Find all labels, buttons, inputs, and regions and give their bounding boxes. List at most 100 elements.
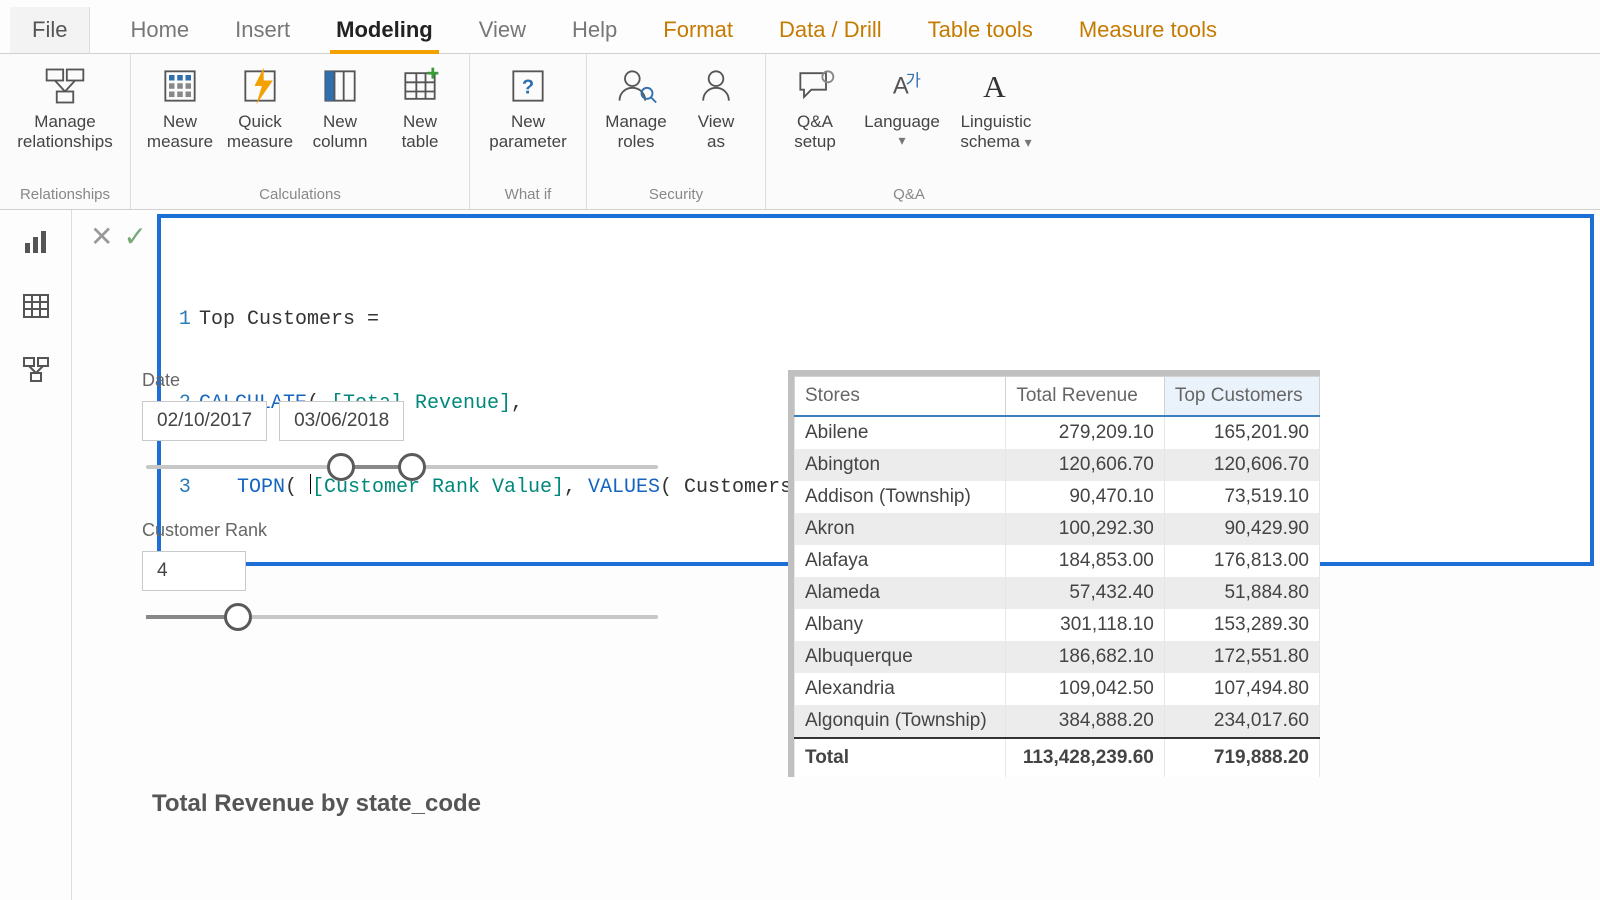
formula-line1: Top Customers = [199, 306, 379, 334]
tab-modeling[interactable]: Modeling [330, 9, 439, 53]
col-top-customers[interactable]: Top Customers [1164, 377, 1319, 417]
cell-store: Abington [795, 449, 1006, 481]
table-row[interactable]: Addison (Township)90,470.1073,519.10 [795, 481, 1320, 513]
qa-setup-label1: Q&A [797, 112, 833, 132]
cell-store: Abilene [795, 416, 1006, 449]
tab-view[interactable]: View [473, 9, 532, 53]
manage-relationships-button[interactable]: Manage relationships [10, 60, 120, 157]
new-parameter-button[interactable]: ? New parameter [480, 60, 576, 157]
measure-icon [158, 64, 202, 108]
table-icon [398, 64, 442, 108]
qa-setup-label2: setup [794, 132, 836, 152]
cell-revenue: 186,682.10 [1006, 641, 1165, 673]
svg-text:가: 가 [906, 71, 921, 90]
chevron-down-icon: ▾ [898, 132, 905, 149]
new-table-button[interactable]: New table [381, 60, 459, 157]
view-as-button[interactable]: View as [677, 60, 755, 157]
table-row[interactable]: Albuquerque186,682.10172,551.80 [795, 641, 1320, 673]
manage-roles-label2: roles [618, 132, 655, 152]
cell-top-customers: 176,813.00 [1164, 545, 1319, 577]
table-row[interactable]: Alafaya184,853.00176,813.00 [795, 545, 1320, 577]
qa-setup-button[interactable]: Q&A setup [776, 60, 854, 157]
ribbon-group-label-relationships: Relationships [20, 184, 110, 207]
cell-store: Akron [795, 513, 1006, 545]
cell-revenue: 57,432.40 [1006, 577, 1165, 609]
customer-rank-slicer[interactable]: Customer Rank 4 [142, 520, 662, 629]
table-row[interactable]: Alexandria109,042.50107,494.80 [795, 673, 1320, 705]
ribbon-group-calculations: New measure Quick measure New column New… [131, 54, 470, 209]
new-measure-button[interactable]: New measure [141, 60, 219, 157]
tab-data-drill[interactable]: Data / Drill [773, 9, 888, 53]
rank-slider-track[interactable] [146, 615, 658, 619]
manage-roles-button[interactable]: Manage roles [597, 60, 675, 157]
cell-revenue: 184,853.00 [1006, 545, 1165, 577]
tab-table-tools[interactable]: Table tools [922, 9, 1039, 53]
ribbon-group-qa: Q&A setup A가 Language ▾ A Linguistic sch… [766, 54, 1052, 209]
total-top-customers: 719,888.20 [1164, 738, 1319, 777]
table-row[interactable]: Albany301,118.10153,289.30 [795, 609, 1320, 641]
cell-top-customers: 172,551.80 [1164, 641, 1319, 673]
new-parameter-label2: parameter [489, 132, 566, 152]
date-from-input[interactable]: 02/10/2017 [142, 401, 267, 441]
cell-store: Albuquerque [795, 641, 1006, 673]
cell-store: Alafaya [795, 545, 1006, 577]
report-view-icon [21, 227, 51, 257]
tab-measure-tools[interactable]: Measure tools [1073, 9, 1223, 53]
cell-top-customers: 107,494.80 [1164, 673, 1319, 705]
report-canvas: ✕ ✓ Dy 1Top Customers = 2CALCULATE( [Tot… [72, 210, 1600, 900]
cell-top-customers: 51,884.80 [1164, 577, 1319, 609]
date-slider-track[interactable] [146, 465, 658, 469]
cell-top-customers: 73,519.10 [1164, 481, 1319, 513]
language-button[interactable]: A가 Language ▾ [856, 60, 948, 153]
tab-help[interactable]: Help [566, 9, 623, 53]
chart-title: Total Revenue by state_code [152, 790, 481, 818]
ribbon-group-relationships: Manage relationships Relationships [0, 54, 131, 209]
cell-revenue: 279,209.10 [1006, 416, 1165, 449]
date-slicer[interactable]: Date 02/10/2017 03/06/2018 [142, 370, 662, 479]
table-row[interactable]: Algonquin (Township)384,888.20234,017.60 [795, 705, 1320, 738]
cell-revenue: 120,606.70 [1006, 449, 1165, 481]
new-parameter-label1: New [511, 112, 545, 132]
quick-measure-label1: Quick [238, 112, 281, 132]
tab-file[interactable]: File [10, 7, 90, 53]
new-column-label1: New [323, 112, 357, 132]
data-view-button[interactable] [16, 286, 56, 326]
background-page-title: Dy [227, 254, 297, 282]
date-to-input[interactable]: 03/06/2018 [279, 401, 404, 441]
new-column-button[interactable]: New column [301, 60, 379, 157]
formula-cancel-button[interactable]: ✕ [90, 220, 113, 253]
formula-commit-button[interactable]: ✓ [123, 220, 146, 253]
table-row[interactable]: Abington120,606.70120,606.70 [795, 449, 1320, 481]
date-slider-handle-from[interactable] [327, 453, 355, 481]
rank-value-input[interactable]: 4 [142, 551, 246, 591]
stores-table-visual[interactable]: Stores Total Revenue Top Customers Abile… [788, 370, 1320, 777]
ribbon-group-label-whatif: What if [505, 184, 552, 207]
column-icon [318, 64, 362, 108]
view-as-label1: View [698, 112, 735, 132]
cell-revenue: 90,470.10 [1006, 481, 1165, 513]
cell-top-customers: 234,017.60 [1164, 705, 1319, 738]
model-view-button[interactable] [16, 350, 56, 390]
parameter-icon: ? [506, 64, 550, 108]
col-total-revenue[interactable]: Total Revenue [1006, 377, 1165, 417]
col-stores[interactable]: Stores [795, 377, 1006, 417]
date-slider-handle-to[interactable] [398, 453, 426, 481]
tab-insert[interactable]: Insert [229, 9, 296, 53]
report-view-button[interactable] [16, 222, 56, 262]
rank-slider-handle[interactable] [224, 603, 252, 631]
model-view-icon [21, 355, 51, 385]
table-row[interactable]: Abilene279,209.10165,201.90 [795, 416, 1320, 449]
quick-measure-button[interactable]: Quick measure [221, 60, 299, 157]
new-measure-label1: New [163, 112, 197, 132]
cell-store: Alexandria [795, 673, 1006, 705]
table-row[interactable]: Alameda57,432.4051,884.80 [795, 577, 1320, 609]
cell-revenue: 109,042.50 [1006, 673, 1165, 705]
tab-home[interactable]: Home [124, 9, 195, 53]
tab-format[interactable]: Format [657, 9, 739, 53]
table-row[interactable]: Akron100,292.3090,429.90 [795, 513, 1320, 545]
chevron-down-icon: ▾ [1025, 134, 1032, 150]
stores-table: Stores Total Revenue Top Customers Abile… [794, 376, 1320, 777]
rank-slicer-title: Customer Rank [142, 520, 662, 541]
quick-measure-icon [238, 64, 282, 108]
linguistic-schema-button[interactable]: A Linguistic schema ▾ [950, 60, 1042, 157]
